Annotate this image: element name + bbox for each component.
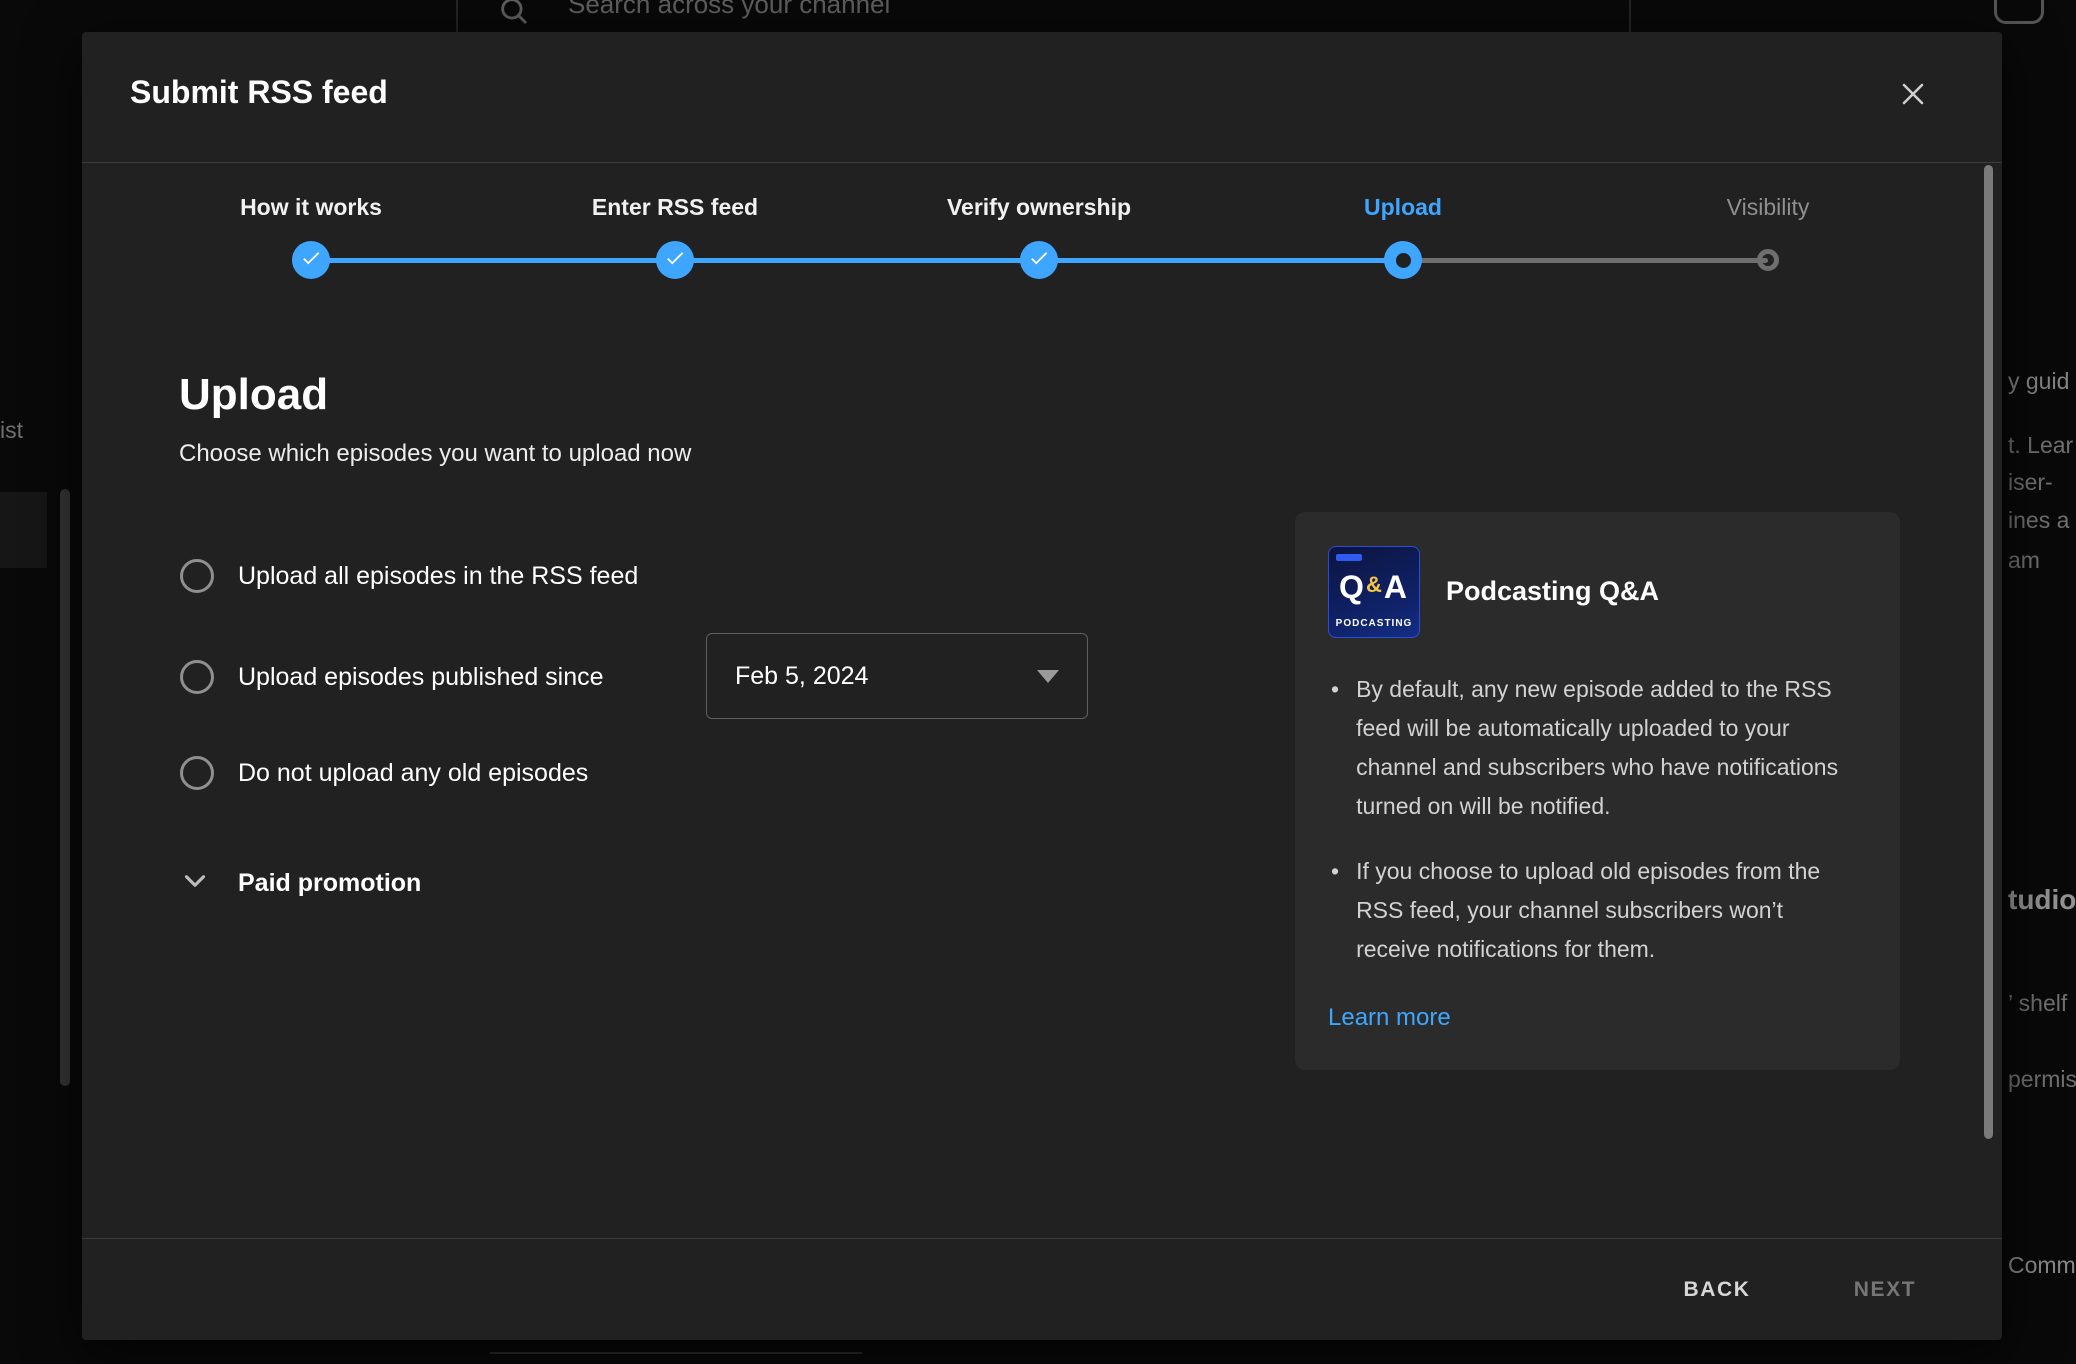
bullet-dot: • bbox=[1331, 670, 1339, 826]
step-circle-upcoming bbox=[1757, 249, 1779, 271]
dropdown-caret-icon bbox=[1037, 670, 1059, 683]
step-circle-complete bbox=[292, 241, 330, 279]
section-heading: Upload bbox=[179, 370, 328, 420]
radio-label: Upload episodes published since bbox=[238, 663, 604, 692]
podcast-thumbnail: Q&A PODCASTING bbox=[1328, 546, 1420, 638]
check-icon bbox=[300, 247, 322, 274]
radio-option-upload-all[interactable]: Upload all episodes in the RSS feed bbox=[180, 559, 638, 593]
progress-line-upcoming bbox=[1403, 258, 1768, 263]
paid-promotion-label: Paid promotion bbox=[238, 869, 421, 898]
header-divider bbox=[82, 162, 2002, 163]
bullet-item: • If you choose to upload old episodes f… bbox=[1331, 852, 1876, 969]
dialog-title: Submit RSS feed bbox=[130, 74, 388, 111]
back-button[interactable]: BACK bbox=[1642, 1264, 1792, 1316]
podcast-info-card: Q&A PODCASTING Podcasting Q&A • By defau… bbox=[1295, 512, 1900, 1070]
footer-divider bbox=[82, 1238, 2002, 1239]
paid-promotion-toggle[interactable]: Paid promotion bbox=[178, 864, 421, 903]
screen: Search across your channel ist y guid t.… bbox=[0, 0, 2076, 1364]
thumbnail-caption: PODCASTING bbox=[1329, 618, 1419, 629]
step-label-enter-rss-feed: Enter RSS feed bbox=[515, 194, 835, 221]
step-label-how-it-works: How it works bbox=[151, 194, 471, 221]
dialog-scrollbar[interactable] bbox=[1984, 165, 1993, 1139]
section-subheading: Choose which episodes you want to upload… bbox=[179, 440, 691, 468]
check-icon bbox=[1028, 247, 1050, 274]
bullet-dot: • bbox=[1331, 852, 1339, 969]
date-dropdown[interactable]: Feb 5, 2024 bbox=[706, 633, 1088, 719]
date-dropdown-value: Feb 5, 2024 bbox=[735, 662, 868, 691]
chevron-down-icon bbox=[178, 864, 212, 903]
step-circle-current bbox=[1384, 241, 1422, 279]
bullet-item: • By default, any new episode added to t… bbox=[1331, 670, 1876, 826]
radio-circle bbox=[180, 756, 214, 790]
radio-circle bbox=[180, 660, 214, 694]
step-circle-complete bbox=[1020, 241, 1058, 279]
bullet-text: If you choose to upload old episodes fro… bbox=[1356, 852, 1851, 969]
next-button[interactable]: NEXT bbox=[1810, 1264, 1960, 1316]
step-label-visibility: Visibility bbox=[1608, 194, 1928, 221]
thumbnail-logo-mark bbox=[1336, 554, 1362, 561]
podcast-title: Podcasting Q&A bbox=[1446, 576, 1659, 607]
bullet-text: By default, any new episode added to the… bbox=[1356, 670, 1851, 826]
submit-rss-feed-dialog: Submit RSS feed How it works Enter RSS f… bbox=[82, 32, 2002, 1340]
thumbnail-title-text: Q&A bbox=[1329, 571, 1419, 603]
close-icon bbox=[1895, 100, 1931, 115]
step-circle-complete bbox=[656, 241, 694, 279]
step-label-upload: Upload bbox=[1243, 194, 1563, 221]
radio-label: Do not upload any old episodes bbox=[238, 759, 588, 788]
check-icon bbox=[664, 247, 686, 274]
radio-circle bbox=[180, 559, 214, 593]
step-label-verify-ownership: Verify ownership bbox=[879, 194, 1199, 221]
radio-option-published-since[interactable]: Upload episodes published since bbox=[180, 660, 604, 694]
info-bullet-list: • By default, any new episode added to t… bbox=[1331, 670, 1876, 995]
radio-label: Upload all episodes in the RSS feed bbox=[238, 562, 638, 591]
close-button[interactable] bbox=[1887, 69, 1939, 121]
progress-line-completed bbox=[311, 258, 1403, 263]
step-circle-hole bbox=[1396, 253, 1411, 268]
radio-option-no-old-episodes[interactable]: Do not upload any old episodes bbox=[180, 756, 588, 790]
learn-more-link[interactable]: Learn more bbox=[1328, 1004, 1451, 1032]
